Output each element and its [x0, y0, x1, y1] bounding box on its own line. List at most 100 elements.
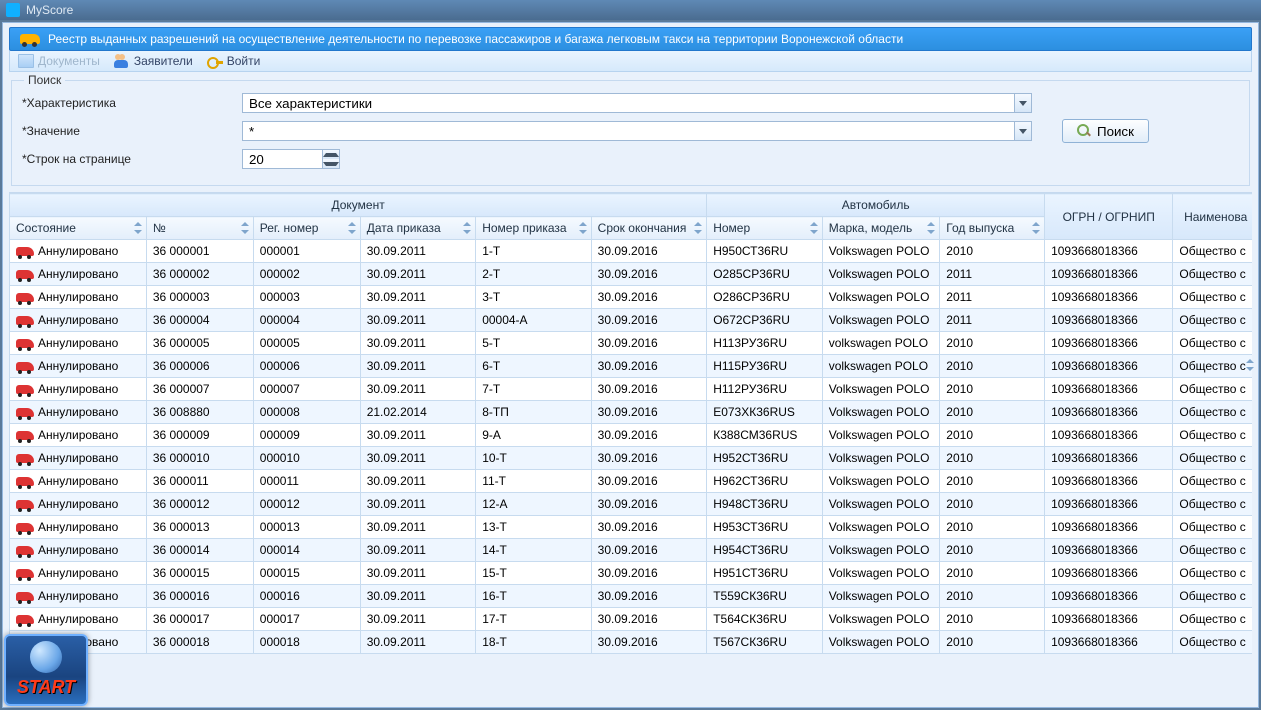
cell-expiry: 30.09.2016 [591, 608, 707, 631]
cell-ogrn: 1093668018366 [1045, 608, 1173, 631]
col-state[interactable]: Состояние [10, 217, 147, 240]
value-dropdown-button[interactable] [1014, 121, 1032, 141]
table-row[interactable]: Аннулировано36 00001600001630.09.201116-… [10, 585, 1253, 608]
table-row[interactable]: Аннулировано36 00000500000530.09.20115-Т… [10, 332, 1253, 355]
cell-make: Volkswagen POLO [822, 240, 940, 263]
table-row[interactable]: Аннулировано36 00001300001330.09.201113-… [10, 516, 1253, 539]
grid-scroll[interactable]: Документ Автомобиль ОГРН / ОГРНИП Наимен… [9, 192, 1252, 654]
cell-year: 2011 [940, 309, 1045, 332]
col-order-num[interactable]: Номер приказа [476, 217, 591, 240]
car-icon [16, 362, 34, 371]
spinner-down-button[interactable] [323, 159, 339, 168]
cell-reg: 000010 [253, 447, 360, 470]
cell-reg: 000006 [253, 355, 360, 378]
rows-per-page-spinner[interactable] [242, 149, 342, 169]
car-icon [16, 592, 34, 601]
table-row[interactable]: Аннулировано36 00000600000630.09.20116-Т… [10, 355, 1253, 378]
table-row[interactable]: Аннулировано36 00001500001530.09.201115-… [10, 562, 1253, 585]
table-row[interactable]: Аннулировано36 00000900000930.09.20119-А… [10, 424, 1253, 447]
value-combo[interactable] [242, 121, 1032, 141]
characteristic-input[interactable] [242, 93, 1014, 113]
cell-make: Volkswagen POLO [822, 608, 940, 631]
cell-num: 36 000017 [146, 608, 253, 631]
table-row[interactable]: Аннулировано36 00001700001730.09.201117-… [10, 608, 1253, 631]
characteristic-combo[interactable] [242, 93, 1032, 113]
cell-order-num: 17-Т [476, 608, 591, 631]
cell-year: 2010 [940, 378, 1045, 401]
cell-name: Общество с [1173, 355, 1252, 378]
cell-reg: 000014 [253, 539, 360, 562]
cell-num: 36 000018 [146, 631, 253, 654]
toolbar-applicants[interactable]: Заявители [114, 54, 193, 68]
col-make[interactable]: Марка, модель [822, 217, 940, 240]
cell-order-num: 16-Т [476, 585, 591, 608]
cell-year: 2010 [940, 424, 1045, 447]
cell-name: Общество с [1173, 447, 1252, 470]
cell-name: Общество с [1173, 240, 1252, 263]
cell-order-num: 8-ТП [476, 401, 591, 424]
cell-make: Volkswagen POLO [822, 493, 940, 516]
toolbar-login[interactable]: Войти [207, 54, 261, 68]
cell-make: Volkswagen POLO [822, 309, 940, 332]
cell-num: 36 008880 [146, 401, 253, 424]
search-button[interactable]: Поиск [1062, 119, 1149, 143]
value-input[interactable] [242, 121, 1014, 141]
table-row[interactable]: Аннулировано36 00000700000730.09.20117-Т… [10, 378, 1253, 401]
table-row[interactable]: Аннулировано36 00001400001430.09.201114-… [10, 539, 1253, 562]
status-label: Аннулировано [38, 451, 118, 465]
col-name[interactable]: Наименова [1173, 194, 1252, 240]
cell-plate: Н115РУ36RU [707, 355, 822, 378]
cell-ogrn: 1093668018366 [1045, 240, 1173, 263]
table-row[interactable]: Аннулировано36 00001100001130.09.201111-… [10, 470, 1253, 493]
col-ogrn[interactable]: ОГРН / ОГРНИП [1045, 194, 1173, 240]
spinner-up-button[interactable] [323, 150, 339, 159]
cell-num: 36 000003 [146, 286, 253, 309]
table-row[interactable]: Аннулировано36 00001000001030.09.201110-… [10, 447, 1253, 470]
rows-per-page-input[interactable] [242, 149, 322, 169]
table-row[interactable]: Аннулировано36 00001200001230.09.201112-… [10, 493, 1253, 516]
cell-name: Общество с [1173, 493, 1252, 516]
col-num[interactable]: № [146, 217, 253, 240]
cell-year: 2010 [940, 401, 1045, 424]
cell-ogrn: 1093668018366 [1045, 631, 1173, 654]
table-row[interactable]: Аннулировано36 00000100000130.09.20111-Т… [10, 240, 1253, 263]
cell-ogrn: 1093668018366 [1045, 355, 1173, 378]
cell-num: 36 000012 [146, 493, 253, 516]
cell-expiry: 30.09.2016 [591, 562, 707, 585]
table-row[interactable]: Аннулировано36 00001800001830.09.201118-… [10, 631, 1253, 654]
cell-num: 36 000001 [146, 240, 253, 263]
cell-name: Общество с [1173, 263, 1252, 286]
car-icon [16, 408, 34, 417]
cell-order-date: 30.09.2011 [360, 355, 475, 378]
cell-plate: Н953СТ36RU [707, 516, 822, 539]
cell-name: Общество с [1173, 424, 1252, 447]
cell-name: Общество с [1173, 332, 1252, 355]
cell-order-date: 30.09.2011 [360, 447, 475, 470]
col-plate[interactable]: Номер [707, 217, 822, 240]
table-row[interactable]: Аннулировано36 00000200000230.09.20112-Т… [10, 263, 1253, 286]
col-expiry[interactable]: Срок окончания [591, 217, 707, 240]
cell-make: Volkswagen POLO [822, 401, 940, 424]
cell-ogrn: 1093668018366 [1045, 562, 1173, 585]
table-row[interactable]: Аннулировано36 00000300000330.09.20113-Т… [10, 286, 1253, 309]
col-order-date[interactable]: Дата приказа [360, 217, 475, 240]
col-group-auto: Автомобиль [707, 194, 1045, 217]
cell-name: Общество с [1173, 309, 1252, 332]
table-row[interactable]: Аннулировано36 00000400000430.09.2011000… [10, 309, 1253, 332]
cell-num: 36 000006 [146, 355, 253, 378]
cell-order-date: 30.09.2011 [360, 562, 475, 585]
cell-plate: Т559СК36RU [707, 585, 822, 608]
cell-expiry: 30.09.2016 [591, 585, 707, 608]
characteristic-dropdown-button[interactable] [1014, 93, 1032, 113]
cell-reg: 000005 [253, 332, 360, 355]
table-row[interactable]: Аннулировано36 00888000000821.02.20148-Т… [10, 401, 1253, 424]
toolbar-documents[interactable]: Документы [18, 54, 100, 68]
cell-make: Volkswagen POLO [822, 470, 940, 493]
col-reg[interactable]: Рег. номер [253, 217, 360, 240]
sort-icon [134, 222, 142, 234]
cell-plate: Н112РУ36RU [707, 378, 822, 401]
cell-make: Volkswagen POLO [822, 562, 940, 585]
sort-icon [463, 222, 471, 234]
col-year[interactable]: Год выпуска [940, 217, 1045, 240]
col-group-document: Документ [10, 194, 707, 217]
